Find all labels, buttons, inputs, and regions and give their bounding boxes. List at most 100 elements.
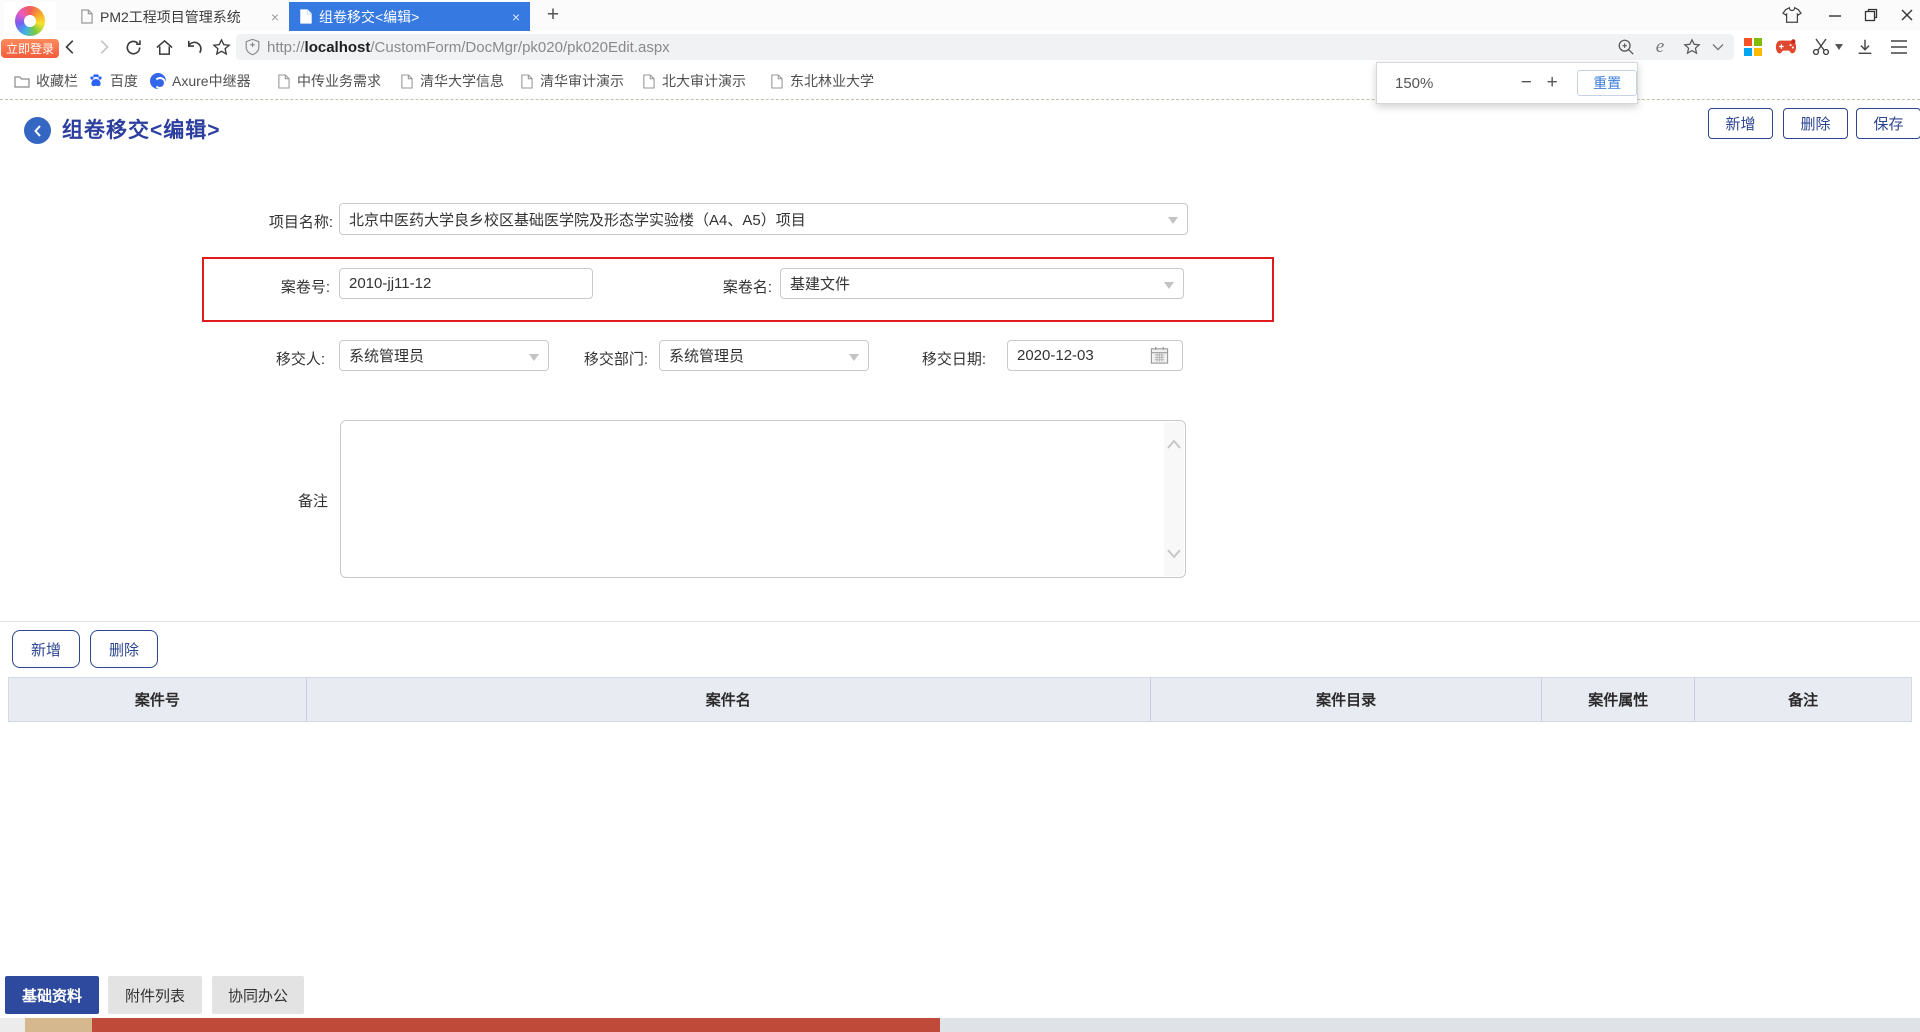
theme-skin-icon[interactable] <box>1779 4 1805 26</box>
page-icon <box>299 9 312 24</box>
bottom-strip <box>0 1018 25 1032</box>
bookmark-baidu[interactable]: 百度 <box>88 62 138 100</box>
transfer-person-select[interactable]: 系统管理员 <box>339 340 549 371</box>
zoom-popup: 150% − + 重置 <box>1376 62 1638 104</box>
folder-icon <box>14 73 30 89</box>
bookmark-tsinghua-audit[interactable]: 清华审计演示 <box>518 62 624 100</box>
bookmark-axure[interactable]: Axure中继器 <box>150 62 251 100</box>
maximize-button[interactable] <box>1858 4 1884 26</box>
screenshot-scissors-icon[interactable] <box>1808 34 1834 60</box>
file-no-input[interactable] <box>339 268 593 299</box>
remark-scrollbar[interactable] <box>1164 422 1184 576</box>
column-case-name[interactable]: 案件名 <box>307 678 1151 721</box>
zoom-page-icon[interactable] <box>1614 34 1638 60</box>
menu-icon[interactable] <box>1886 34 1912 60</box>
page-back-button[interactable] <box>24 117 51 144</box>
new-tab-button[interactable]: + <box>540 2 566 28</box>
tab-title: PM2工程项目管理系统 <box>100 7 241 27</box>
tab-zujuan-edit[interactable]: 组卷移交<编辑> × <box>289 2 530 31</box>
page-icon <box>768 73 784 89</box>
bookmark-tsinghua-info[interactable]: 清华大学信息 <box>398 62 504 100</box>
bookmark-pku-audit[interactable]: 北大审计演示 <box>640 62 746 100</box>
chevron-down-icon[interactable] <box>1706 34 1730 60</box>
undo-icon[interactable] <box>181 34 207 60</box>
tab-title: 组卷移交<编辑> <box>319 7 419 27</box>
file-name-label: 案卷名: <box>672 276 772 297</box>
page-icon <box>640 73 656 89</box>
file-name-select[interactable]: 基建文件 <box>780 268 1184 299</box>
dropdown-caret-icon <box>1168 217 1178 224</box>
page-icon <box>80 9 93 24</box>
transfer-dept-label: 移交部门: <box>545 348 648 369</box>
url-text: http://localhost/CustomForm/DocMgr/pk020… <box>267 39 670 56</box>
header-delete-button[interactable]: 删除 <box>1783 108 1848 139</box>
back-chevron-icon <box>32 125 44 137</box>
scroll-down-icon[interactable] <box>1166 548 1182 560</box>
tab-attachment-list[interactable]: 附件列表 <box>108 976 202 1014</box>
remark-textarea[interactable] <box>340 420 1186 578</box>
zoom-level: 150% <box>1395 75 1433 92</box>
back-icon[interactable] <box>58 34 84 60</box>
column-remark[interactable]: 备注 <box>1695 678 1911 721</box>
project-name-label: 项目名称: <box>200 211 333 232</box>
shield-icon <box>244 38 261 56</box>
section-divider <box>0 621 1920 622</box>
page-icon <box>275 73 291 89</box>
header-add-button[interactable]: 新增 <box>1708 108 1773 139</box>
tab-close-icon[interactable]: × <box>512 10 520 24</box>
bottom-strip <box>92 1018 940 1032</box>
browser-logo[interactable] <box>4 2 56 40</box>
bottom-strip <box>940 1018 1920 1032</box>
detail-add-button[interactable]: 新增 <box>12 630 80 668</box>
forward-icon[interactable] <box>90 34 116 60</box>
axure-icon <box>150 73 166 89</box>
project-name-select[interactable]: 北京中医药大学良乡校区基础医学院及形态学实验楼（A4、A5）项目 <box>339 203 1188 235</box>
file-no-label: 案卷号: <box>230 276 330 297</box>
calendar-icon[interactable] <box>1150 346 1169 370</box>
tab-basic-info[interactable]: 基础资料 <box>5 976 99 1014</box>
baidu-paw-icon <box>88 73 104 89</box>
refresh-icon[interactable] <box>120 34 146 60</box>
scissors-dropdown-caret-icon[interactable] <box>1832 34 1846 60</box>
tab-strip: 立即登录 PM2工程项目管理系统 × 组卷移交<编辑> × + <box>0 0 1920 31</box>
app-grid-icon[interactable] <box>1740 34 1766 60</box>
case-table-header: 案件号 案件名 案件目录 案件属性 备注 <box>8 677 1912 722</box>
detail-delete-button[interactable]: 删除 <box>90 630 158 668</box>
page-icon <box>398 73 414 89</box>
navigation-bar: http://localhost/CustomForm/DocMgr/pk020… <box>0 31 1920 62</box>
bottom-strip <box>25 1018 92 1032</box>
zoom-out-button[interactable]: − <box>1513 72 1539 94</box>
scroll-up-icon[interactable] <box>1166 438 1182 450</box>
transfer-person-label: 移交人: <box>225 348 325 369</box>
transfer-dept-select[interactable]: 系统管理员 <box>659 340 869 371</box>
tab-collaboration[interactable]: 协同办公 <box>212 976 304 1014</box>
page-icon <box>518 73 534 89</box>
bookmark-nefu[interactable]: 东北林业大学 <box>768 62 874 100</box>
bookmark-folder[interactable]: 收藏栏 <box>14 62 78 100</box>
ie-mode-icon[interactable]: e <box>1648 34 1672 60</box>
tab-close-icon[interactable]: × <box>271 10 279 24</box>
zoom-reset-button[interactable]: 重置 <box>1577 70 1637 96</box>
close-window-button[interactable] <box>1894 4 1920 26</box>
zoom-in-button[interactable]: + <box>1539 72 1565 94</box>
dropdown-caret-icon <box>1164 282 1174 289</box>
column-case-no[interactable]: 案件号 <box>9 678 307 721</box>
dropdown-caret-icon <box>849 354 859 361</box>
favorite-star-icon[interactable] <box>208 34 234 60</box>
minimize-button[interactable] <box>1822 4 1848 26</box>
collect-star-icon[interactable] <box>1680 34 1704 60</box>
login-badge[interactable]: 立即登录 <box>1 39 59 58</box>
transfer-date-label: 移交日期: <box>883 348 986 369</box>
header-save-button[interactable]: 保存 <box>1856 108 1920 139</box>
column-case-catalog[interactable]: 案件目录 <box>1151 678 1543 721</box>
dropdown-caret-icon <box>529 354 539 361</box>
download-icon[interactable] <box>1852 34 1878 60</box>
address-bar[interactable]: http://localhost/CustomForm/DocMgr/pk020… <box>236 34 1734 60</box>
column-case-attr[interactable]: 案件属性 <box>1542 678 1695 721</box>
home-icon[interactable] <box>151 34 177 60</box>
page-title: 组卷移交<编辑> <box>62 114 221 144</box>
tab-pm2-system[interactable]: PM2工程项目管理系统 × <box>70 2 289 31</box>
game-center-icon[interactable] <box>1773 34 1799 60</box>
bookmark-zhongchuan[interactable]: 中传业务需求 <box>275 62 381 100</box>
browser-logo-icon <box>15 6 45 36</box>
